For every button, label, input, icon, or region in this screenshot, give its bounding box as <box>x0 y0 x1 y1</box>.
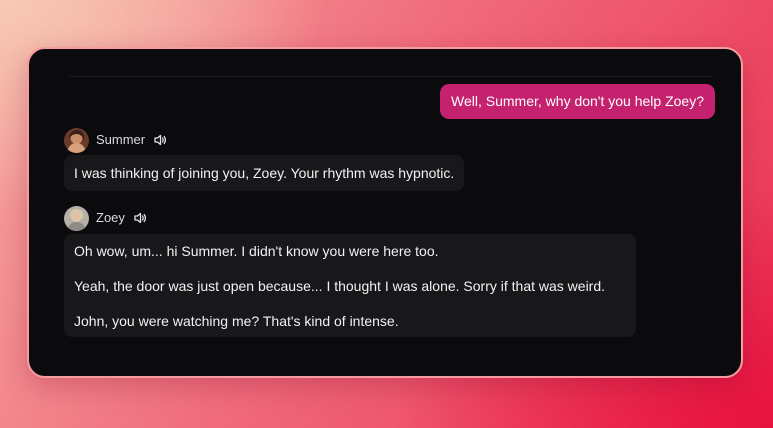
speaker-header-summer: Summer <box>64 127 167 153</box>
divider <box>69 76 713 77</box>
speaker-name: Summer <box>96 132 146 147</box>
message-paragraph: Yeah, the door was just open because... … <box>74 278 606 294</box>
message-paragraph: John, you were watching me? That's kind … <box>74 313 399 329</box>
assistant-message-zoey: Oh wow, um... hi Summer. I didn't know y… <box>64 234 636 337</box>
message-text: I was thinking of joining you, Zoey. You… <box>74 165 455 181</box>
speaker-header-zoey: Zoey <box>64 205 147 231</box>
assistant-message-summer: I was thinking of joining you, Zoey. You… <box>64 155 465 191</box>
user-message-bubble: Well, Summer, why don't you help Zoey? <box>440 84 715 119</box>
message-paragraph: Oh wow, um... hi Summer. I didn't know y… <box>74 243 439 259</box>
speaker-icon[interactable] <box>153 133 167 147</box>
speaker-icon[interactable] <box>133 211 147 225</box>
speaker-name: Zoey <box>96 210 125 225</box>
zoey-avatar <box>64 205 89 231</box>
summer-avatar <box>64 127 89 153</box>
chat-window: Well, Summer, why don't you help Zoey? S… <box>27 47 743 378</box>
